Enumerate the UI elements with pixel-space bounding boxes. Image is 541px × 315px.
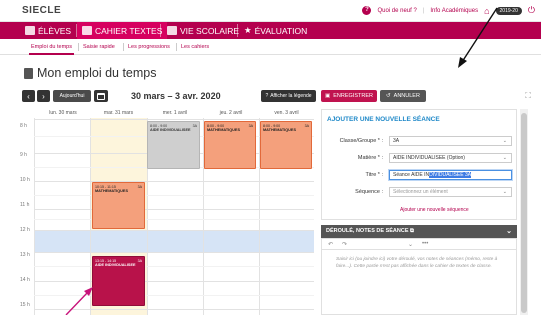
annotation-arrows	[65, 7, 498, 315]
